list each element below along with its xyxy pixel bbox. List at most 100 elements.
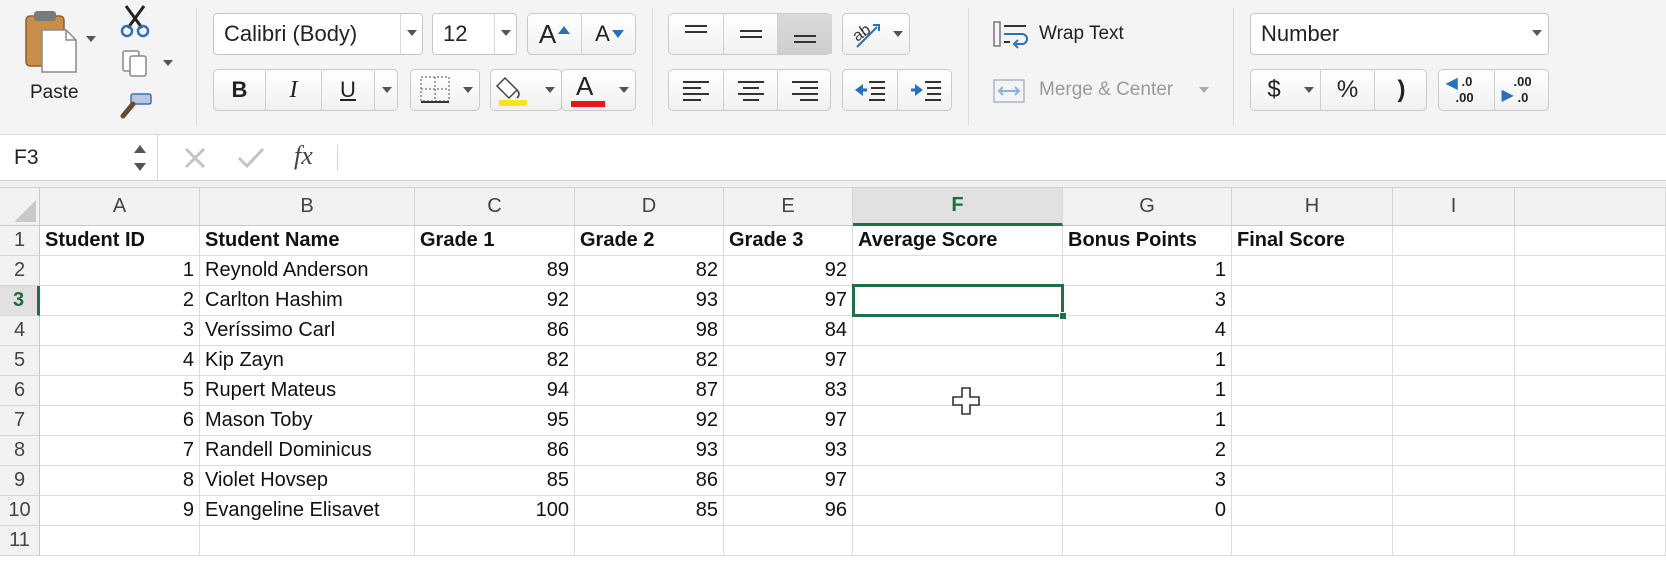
cell-c8[interactable]: 86 — [415, 436, 575, 466]
cell-g2[interactable]: 1 — [1063, 256, 1232, 286]
cell-c1[interactable]: Grade 1 — [415, 226, 575, 256]
cell-a4[interactable]: 3 — [40, 316, 200, 346]
cell-i1[interactable] — [1393, 226, 1515, 256]
cell-f5[interactable] — [853, 346, 1063, 376]
cell-i6[interactable] — [1393, 376, 1515, 406]
cell-c6[interactable]: 94 — [415, 376, 575, 406]
fill-color-button[interactable] — [490, 69, 562, 111]
cell-a8[interactable]: 7 — [40, 436, 200, 466]
row-header-2[interactable]: 2 — [0, 256, 40, 286]
cell-x2[interactable] — [1515, 256, 1666, 286]
cell-a7[interactable]: 6 — [40, 406, 200, 436]
bold-button[interactable]: B — [214, 70, 266, 110]
cell-e7[interactable]: 97 — [724, 406, 853, 436]
cell-e5[interactable]: 97 — [724, 346, 853, 376]
cell-d4[interactable]: 98 — [575, 316, 724, 346]
align-middle-button[interactable] — [724, 14, 778, 54]
cell-c7[interactable]: 95 — [415, 406, 575, 436]
cell-g4[interactable]: 4 — [1063, 316, 1232, 346]
cell-h1[interactable]: Final Score — [1232, 226, 1393, 256]
font-name-combo[interactable]: Calibri (Body) — [213, 13, 423, 55]
number-format-combo[interactable]: Number — [1250, 13, 1549, 55]
worksheet-grid[interactable]: A B C D E F G H I 1 Student ID Student Name Grade 1G… — [0, 188, 1666, 578]
cell-i4[interactable] — [1393, 316, 1515, 346]
cell-h7[interactable] — [1232, 406, 1393, 436]
cell-x8[interactable] — [1515, 436, 1666, 466]
column-header-c[interactable]: C — [415, 188, 575, 226]
cell-x4[interactable] — [1515, 316, 1666, 346]
cell-b11[interactable] — [200, 526, 415, 556]
cell-i9[interactable] — [1393, 466, 1515, 496]
orientation-button[interactable]: ab — [842, 13, 910, 55]
cell-b10[interactable]: Evangeline Elisavet — [200, 496, 415, 526]
cell-e10[interactable]: 96 — [724, 496, 853, 526]
cell-d9[interactable]: 86 — [575, 466, 724, 496]
cell-h6[interactable] — [1232, 376, 1393, 406]
cell-i2[interactable] — [1393, 256, 1515, 286]
cell-f8[interactable] — [853, 436, 1063, 466]
cell-x11[interactable] — [1515, 526, 1666, 556]
cell-f1[interactable]: Average Score — [853, 226, 1063, 256]
cell-c5[interactable]: 82 — [415, 346, 575, 376]
row-header-3[interactable]: 3 — [0, 286, 40, 316]
cell-i11[interactable] — [1393, 526, 1515, 556]
cell-c11[interactable] — [415, 526, 575, 556]
cell-x7[interactable] — [1515, 406, 1666, 436]
row-header-11[interactable]: 11 — [0, 526, 40, 556]
cell-b9[interactable]: Violet Hovsep — [200, 466, 415, 496]
cell-a9[interactable]: 8 — [40, 466, 200, 496]
cell-x9[interactable] — [1515, 466, 1666, 496]
cell-d6[interactable]: 87 — [575, 376, 724, 406]
cell-g6[interactable]: 1 — [1063, 376, 1232, 406]
cell-h10[interactable] — [1232, 496, 1393, 526]
wrap-text-button[interactable]: Wrap Text — [992, 18, 1152, 52]
insert-function-button[interactable]: fx — [294, 141, 313, 171]
row-header-1[interactable]: 1 — [0, 226, 40, 256]
cell-b6[interactable]: Rupert Mateus — [200, 376, 415, 406]
cell-a11[interactable] — [40, 526, 200, 556]
cell-e9[interactable]: 97 — [724, 466, 853, 496]
column-header-d[interactable]: D — [575, 188, 724, 226]
decrease-font-size-button[interactable]: A — [582, 14, 637, 54]
row-header-4[interactable]: 4 — [0, 316, 40, 346]
italic-button[interactable]: I — [266, 70, 322, 110]
cell-f11[interactable] — [853, 526, 1063, 556]
cell-h4[interactable] — [1232, 316, 1393, 346]
cell-x6[interactable] — [1515, 376, 1666, 406]
row-header-7[interactable]: 7 — [0, 406, 40, 436]
cell-h8[interactable] — [1232, 436, 1393, 466]
cell-h3[interactable] — [1232, 286, 1393, 316]
cell-c9[interactable]: 85 — [415, 466, 575, 496]
align-left-button[interactable] — [669, 70, 724, 110]
increase-indent-button[interactable] — [898, 70, 953, 110]
cell-h2[interactable] — [1232, 256, 1393, 286]
decrease-indent-button[interactable] — [843, 70, 898, 110]
column-header-h[interactable]: H — [1232, 188, 1393, 226]
copy-dropdown-arrow[interactable] — [163, 60, 173, 66]
format-painter-icon[interactable] — [119, 92, 153, 120]
cancel-icon[interactable] — [182, 145, 208, 171]
underline-dropdown[interactable] — [375, 70, 399, 110]
cell-e3[interactable]: 97 — [724, 286, 853, 316]
cell-c2[interactable]: 89 — [415, 256, 575, 286]
cell-b2[interactable]: Reynold Anderson — [200, 256, 415, 286]
cell-g7[interactable]: 1 — [1063, 406, 1232, 436]
cell-d2[interactable]: 82 — [575, 256, 724, 286]
cell-a6[interactable]: 5 — [40, 376, 200, 406]
cell-d1[interactable]: Grade 2 — [575, 226, 724, 256]
align-bottom-button[interactable] — [778, 14, 832, 54]
cell-g9[interactable]: 3 — [1063, 466, 1232, 496]
cell-h11[interactable] — [1232, 526, 1393, 556]
column-header-e[interactable]: E — [724, 188, 853, 226]
cell-g1[interactable]: Bonus Points — [1063, 226, 1232, 256]
font-name-dropdown[interactable] — [400, 14, 422, 54]
formula-input[interactable] — [346, 135, 1656, 181]
copy-icon[interactable] — [120, 48, 150, 78]
row-header-5[interactable]: 5 — [0, 346, 40, 376]
align-top-button[interactable] — [669, 14, 724, 54]
column-header-g[interactable]: G — [1063, 188, 1232, 226]
cell-g3[interactable]: 3 — [1063, 286, 1232, 316]
decrease-decimal-button[interactable]: .00 ▶ .0 — [1495, 70, 1550, 110]
cell-b7[interactable]: Mason Toby — [200, 406, 415, 436]
align-center-button[interactable] — [724, 70, 778, 110]
